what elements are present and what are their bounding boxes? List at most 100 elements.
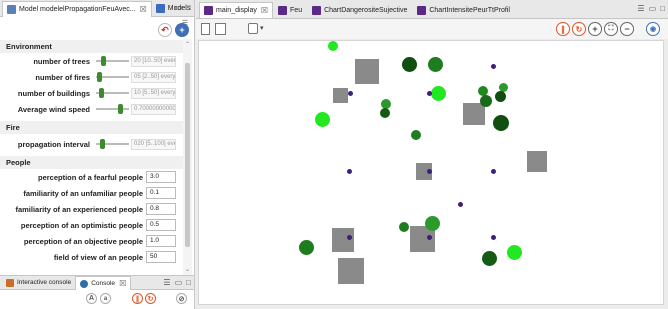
person [427, 169, 432, 174]
console-icon [80, 279, 89, 288]
minimize-icon[interactable]: ▭ [649, 4, 657, 13]
person [427, 235, 432, 240]
close-icon[interactable]: ☒ [261, 6, 268, 15]
snapshot-icon[interactable] [215, 23, 226, 35]
zoom-in-icon[interactable]: + [588, 22, 602, 36]
close-icon[interactable]: ☒ [119, 279, 126, 288]
person [458, 202, 463, 207]
maximize-icon[interactable]: □ [660, 4, 665, 13]
overlay-icon[interactable] [248, 23, 258, 34]
param-slider[interactable] [96, 104, 129, 114]
param-input[interactable]: 50 [146, 251, 176, 263]
tree [480, 95, 492, 107]
tab-feu-label: Feu [290, 6, 303, 14]
tab-main-display-label: main_display [216, 7, 257, 14]
param-label: familiarity of an experienced people [15, 204, 143, 214]
maximize-icon[interactable]: □ [186, 278, 191, 287]
scroll-up-icon[interactable]: ⌃ [185, 41, 190, 48]
param-row: familiarity of an unfamiliar people 0.1 [0, 185, 183, 201]
tree [425, 216, 440, 231]
tab-parameters[interactable]: Model modelelPropagationFeuAvec... ☒ [2, 0, 152, 17]
param-label: perception of a fearful people [37, 172, 143, 182]
zoom-fit-icon[interactable]: ⛶ [604, 22, 618, 36]
slider-knob[interactable] [101, 56, 106, 66]
reload-icon[interactable]: ↻ [145, 293, 156, 304]
pause-icon[interactable]: ∥ [132, 293, 143, 304]
person [347, 235, 352, 240]
chevron-down-icon[interactable]: ▾ [260, 24, 264, 32]
param-label: familiarity of an unfamiliar people [23, 188, 143, 198]
param-input[interactable]: 0.5 [146, 219, 176, 231]
parameters-icon [7, 4, 16, 14]
param-value[interactable]: 05 [2..50] every [131, 71, 176, 83]
tab-interactive-console[interactable]: Interactive console [2, 276, 75, 289]
param-label: field of view of an people [53, 252, 143, 262]
param-input[interactable]: 3.0 [146, 171, 176, 183]
param-input[interactable]: 0.8 [146, 203, 176, 215]
param-value[interactable]: 10 [5..50] every [131, 87, 176, 99]
zoom-out-icon[interactable]: − [620, 22, 634, 36]
interactive-console-icon [6, 278, 14, 287]
display-window-controls: ☰ ▭ □ [637, 4, 665, 13]
param-value[interactable]: 0.700000000000 [131, 103, 176, 115]
fire [507, 245, 522, 260]
param-slider[interactable] [96, 139, 129, 149]
param-slider[interactable] [96, 72, 129, 82]
param-label: propagation interval [17, 139, 90, 149]
fire [328, 41, 338, 51]
tab-console[interactable]: Console ☒ [75, 276, 132, 290]
param-row: number of buildings 10 [5..50] every [0, 85, 183, 101]
minimize-icon[interactable]: ▭ [175, 278, 183, 287]
slider-knob[interactable] [100, 139, 105, 149]
pause-icon[interactable]: ∥ [556, 22, 570, 36]
close-icon[interactable]: ☒ [140, 5, 147, 14]
slider-knob[interactable] [118, 104, 123, 114]
param-row: propagation interval 020 [5..100] eve [0, 136, 183, 152]
params-scrollbar[interactable]: ⌃ ⌄ [183, 39, 192, 275]
param-row: perception of an optimistic people 0.5 [0, 217, 183, 233]
person [348, 91, 353, 96]
parameters-list: Environment number of trees 20 [10..50] … [0, 39, 183, 275]
param-input[interactable]: 0.1 [146, 187, 176, 199]
window-controls: ▭ □ [175, 3, 191, 12]
console-tabbar: Interactive console Console ☒ ☰ ▭ □ [0, 276, 194, 290]
tab-chart-intensite-label: ChartIntensitePeurTtProfil [429, 6, 510, 14]
font-increase-icon[interactable]: A [86, 293, 97, 304]
tree [402, 57, 417, 72]
param-slider[interactable] [96, 88, 129, 98]
layers-icon[interactable] [201, 23, 210, 35]
add-icon[interactable]: + [175, 23, 189, 37]
minimize-icon[interactable]: ▭ [175, 3, 183, 12]
menu-icon[interactable]: ☰ [163, 278, 170, 287]
scrollbar-thumb[interactable] [185, 63, 190, 247]
person [427, 91, 432, 96]
slider-knob[interactable] [99, 88, 104, 98]
font-decrease-icon[interactable]: a [100, 293, 111, 304]
person [491, 64, 496, 69]
back-icon[interactable]: ↶ [158, 23, 172, 37]
tree [299, 240, 314, 255]
menu-icon[interactable]: ☰ [637, 4, 644, 13]
section-fire: Fire [0, 121, 183, 134]
display-icon [312, 5, 322, 15]
param-value[interactable]: 020 [5..100] eve [131, 138, 176, 150]
tab-chart-intensite[interactable]: ChartIntensitePeurTtProfil [412, 2, 515, 18]
tab-main-display[interactable]: main_display ☒ [199, 2, 274, 18]
tab-feu[interactable]: Feu [273, 2, 307, 18]
params-toolbar: ☰ ↶ + [0, 17, 194, 39]
param-label: Average wind speed [17, 104, 90, 114]
camera-icon[interactable]: ◉ [646, 22, 660, 36]
reload-icon[interactable]: ↻ [572, 22, 586, 36]
maximize-icon[interactable]: □ [186, 3, 191, 12]
param-value[interactable]: 20 [10..50] every [131, 55, 176, 67]
param-slider[interactable] [96, 56, 129, 66]
slider-knob[interactable] [97, 72, 102, 82]
param-row: field of view of an people 50 [0, 249, 183, 265]
tab-chart-dangerosite[interactable]: ChartDangerositeSujective [307, 2, 412, 18]
building [355, 59, 379, 84]
param-input[interactable]: 1.0 [146, 235, 176, 247]
simulation-canvas[interactable] [198, 40, 664, 305]
clear-icon[interactable]: ⊘ [176, 293, 187, 304]
scroll-down-icon[interactable]: ⌄ [185, 266, 190, 273]
tree [495, 91, 506, 102]
